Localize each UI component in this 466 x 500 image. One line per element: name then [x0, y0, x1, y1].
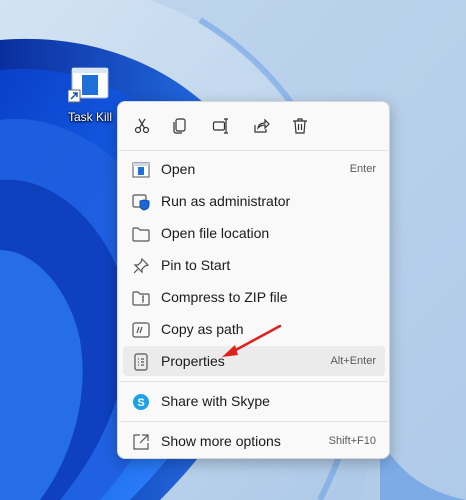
menu-item-label: Open file location [161, 225, 270, 241]
skype-icon: S [133, 394, 149, 410]
zip-folder-icon [132, 291, 150, 306]
cut-button[interactable] [129, 113, 155, 139]
menu-item-label: Copy as path [161, 321, 244, 337]
menu-item-label: Open [161, 161, 196, 177]
shortcut-label: Task Kill [67, 110, 112, 124]
menu-item-compress-to-zip[interactable]: Compress to ZIP file [123, 282, 385, 312]
copy-icon [173, 118, 186, 134]
app-window-icon [132, 162, 150, 178]
menu-item-pin-to-start[interactable]: Pin to Start [123, 250, 385, 280]
menu-item-label: Properties [161, 353, 225, 369]
menu-item-label: Compress to ZIP file [161, 289, 288, 305]
divider [119, 150, 388, 151]
context-menu: Open Enter Run as administrator Open fil… [117, 101, 390, 459]
folder-icon [132, 227, 150, 242]
divider [119, 381, 388, 382]
menu-item-shortcut: Alt+Enter [330, 355, 376, 367]
menu-item-open[interactable]: Open Enter [123, 154, 385, 184]
menu-item-label: Show more options [161, 433, 281, 449]
menu-item-open-file-location[interactable]: Open file location [123, 218, 385, 248]
shield-icon [132, 194, 150, 211]
menu-item-shortcut: Enter [349, 163, 376, 175]
copy-button[interactable] [167, 113, 193, 139]
delete-icon [293, 118, 307, 134]
menu-item-properties[interactable]: Properties Alt+Enter [123, 346, 385, 376]
share-button[interactable] [248, 113, 274, 139]
rename-icon [212, 118, 228, 134]
menu-item-shortcut: Shift+F10 [328, 435, 376, 447]
show-more-icon [133, 434, 149, 450]
delete-button[interactable] [287, 113, 313, 139]
menu-item-label: Share with Skype [161, 393, 270, 409]
share-icon [254, 118, 270, 133]
divider [119, 421, 388, 422]
menu-item-copy-as-path[interactable]: Copy as path [123, 314, 385, 344]
rename-button[interactable] [208, 113, 234, 139]
menu-item-run-as-administrator[interactable]: Run as administrator [123, 186, 385, 216]
cut-icon [134, 118, 150, 134]
copy-path-icon [132, 322, 150, 338]
menu-item-label: Run as administrator [161, 193, 291, 209]
menu-item-label: Pin to Start [161, 257, 231, 273]
quick-actions-bar [118, 102, 389, 150]
shortcut-icon [68, 67, 109, 103]
svg-text:S: S [137, 397, 144, 409]
menu-item-show-more-options[interactable]: Show more options Shift+F10 [123, 426, 385, 456]
menu-item-share-with-skype[interactable]: S Share with Skype [123, 386, 385, 416]
pin-icon [133, 257, 150, 274]
properties-icon [134, 353, 148, 371]
